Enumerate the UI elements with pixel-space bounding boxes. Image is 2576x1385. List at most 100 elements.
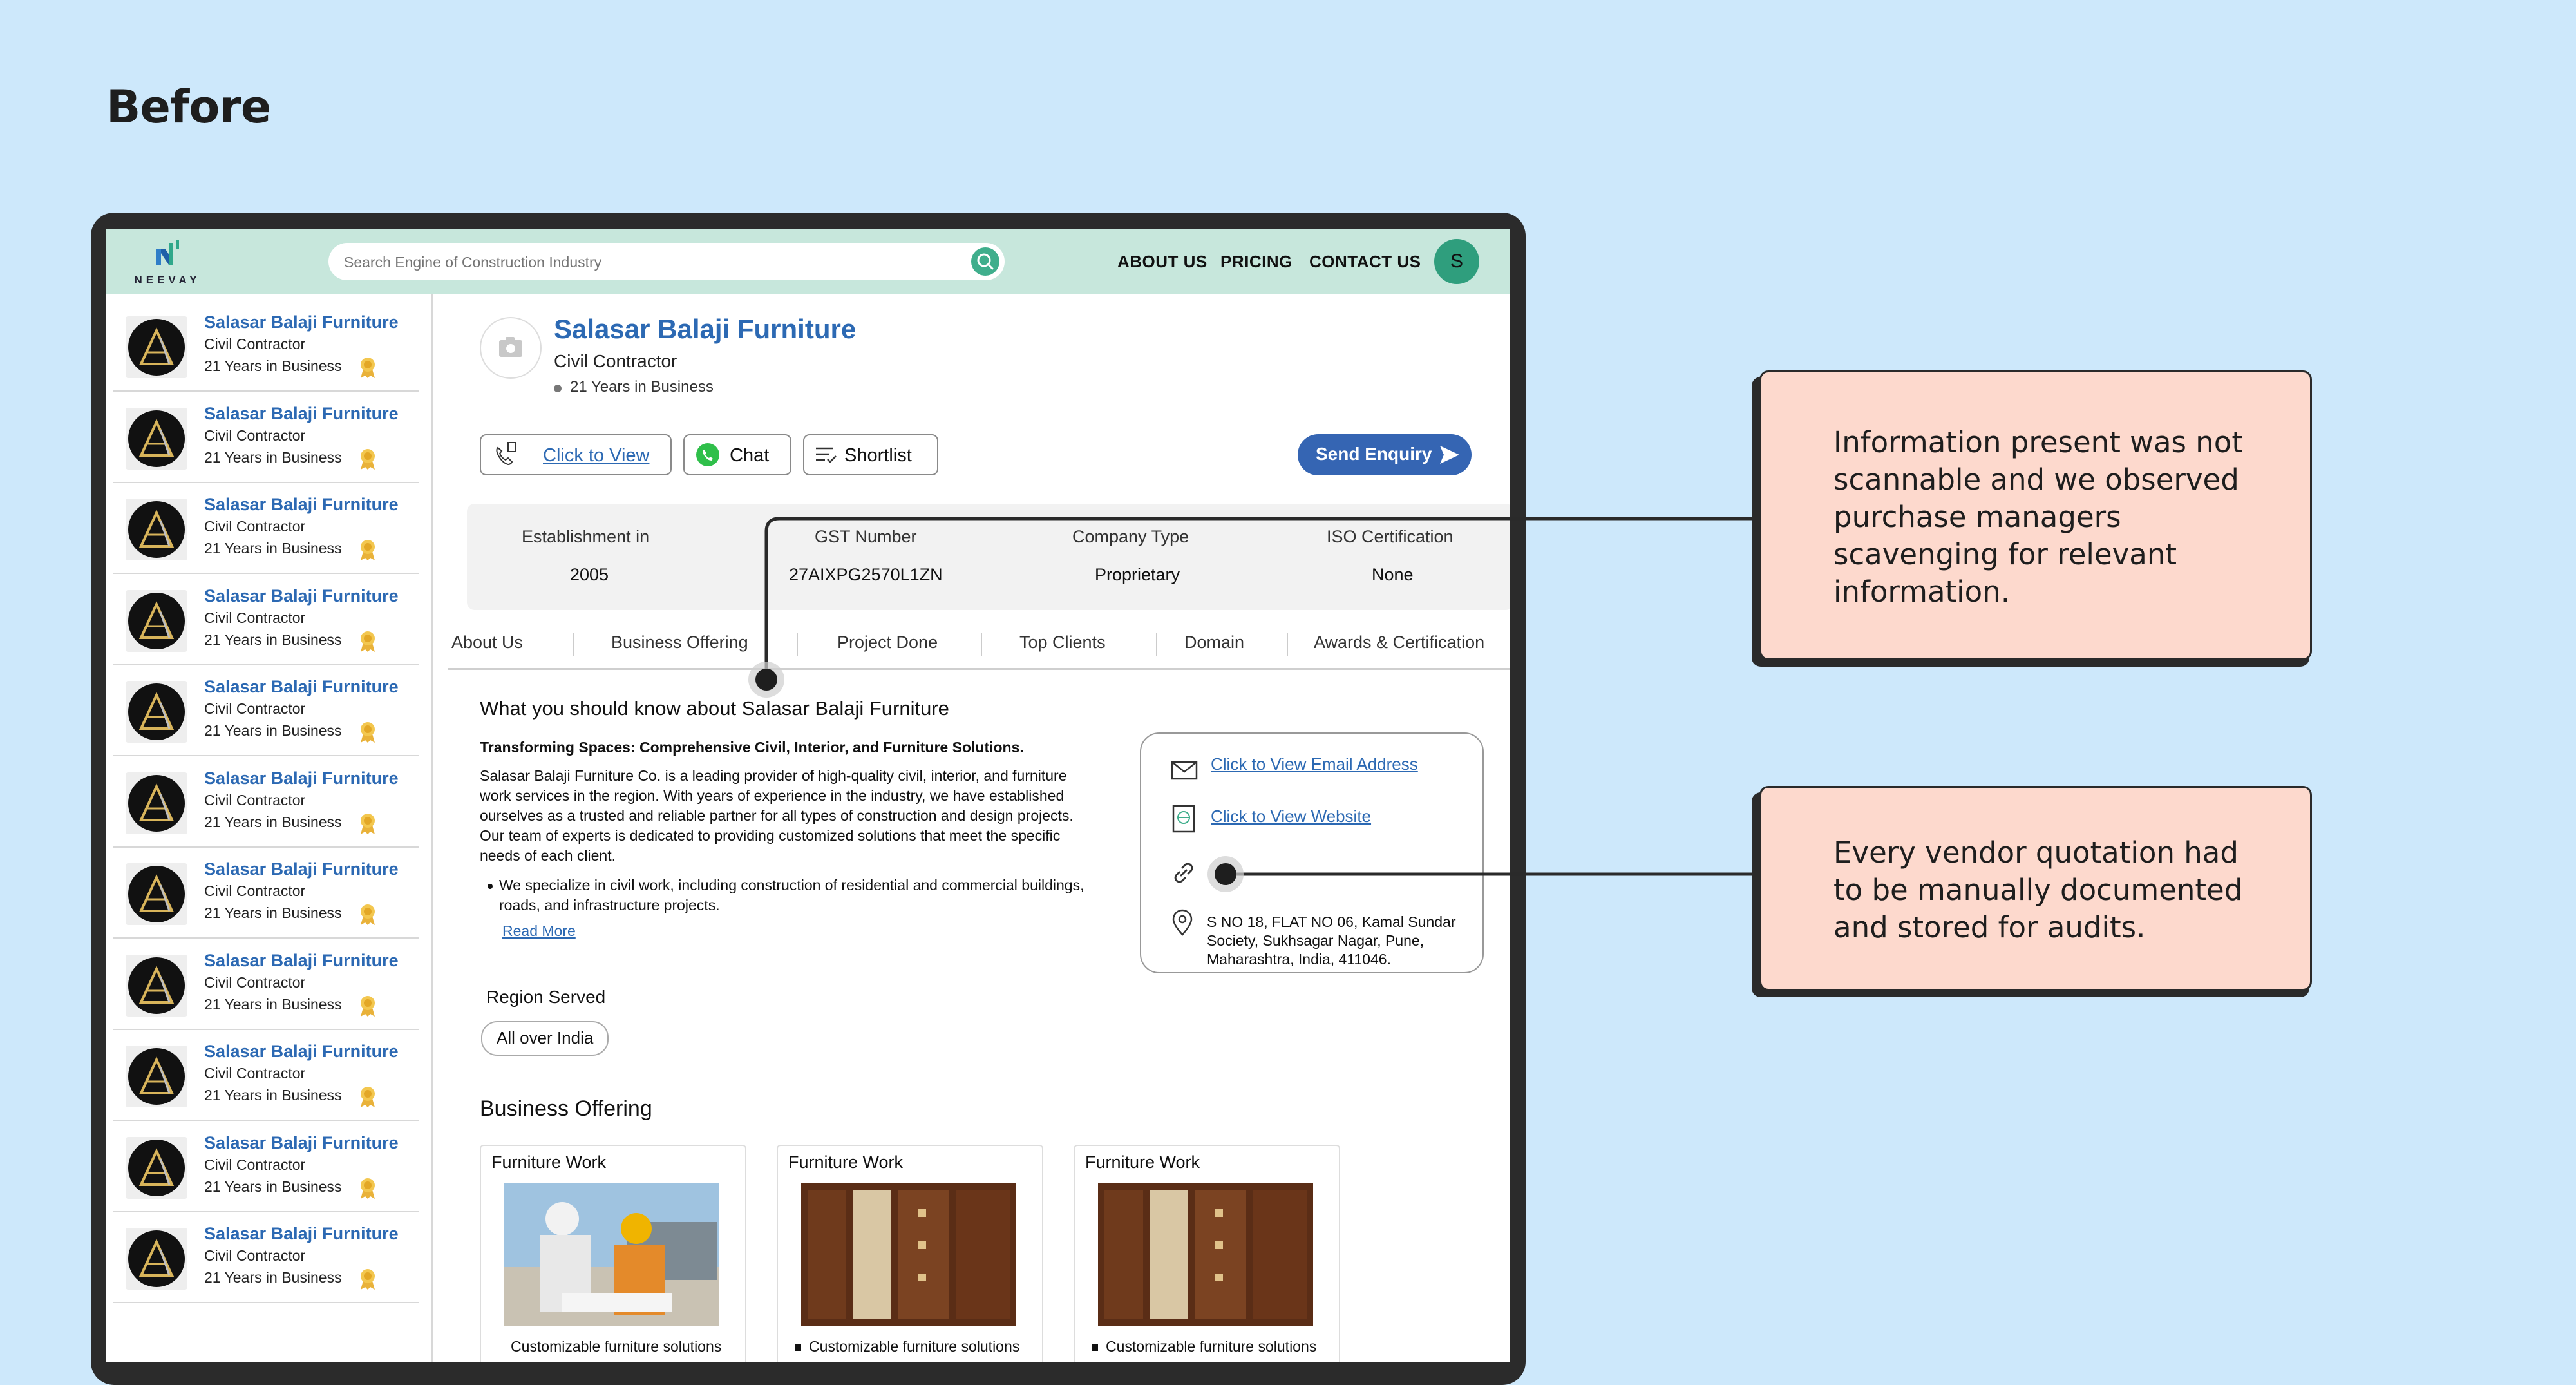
user-avatar[interactable]: S (1434, 239, 1479, 284)
page-heading: Before (106, 81, 271, 133)
tab-top-clients[interactable]: Top Clients (1019, 633, 1106, 653)
top-bar: NEEVAY ABOUT US PRICING CONTACT US S (106, 229, 1510, 294)
neevay-logo[interactable]: NEEVAY (132, 235, 203, 291)
vendor-logo-icon (138, 510, 175, 548)
camera-icon (499, 337, 522, 357)
send-enquiry-button[interactable]: Send Enquiry (1298, 434, 1472, 475)
sidebar-vendor-type: Civil Contractor (204, 883, 306, 899)
vendor-thumbnail (126, 954, 187, 1017)
tab-project-done[interactable]: Project Done (837, 633, 938, 653)
sidebar-vendor-item[interactable]: Salasar Balaji Furniture Civil Contractor… (113, 573, 419, 665)
fact-value: None (1372, 565, 1414, 584)
sidebar-vendor-name[interactable]: Salasar Balaji Furniture (204, 951, 399, 971)
sidebar-vendor-name[interactable]: Salasar Balaji Furniture (204, 586, 399, 606)
award-medal-icon (361, 631, 375, 652)
vendor-logo-icon (138, 874, 175, 912)
click-to-view-button[interactable]: Click to View (480, 434, 672, 475)
sidebar-vendor-name[interactable]: Salasar Balaji Furniture (204, 312, 399, 332)
sidebar-vendor-item[interactable]: Salasar Balaji Furniture Civil Contractor… (113, 938, 419, 1030)
callout-scannability: Information present was not scannable an… (1759, 370, 2312, 660)
sidebar-vendor-name[interactable]: Salasar Balaji Furniture (204, 859, 399, 879)
tab-divider (981, 633, 982, 656)
region-label: Region Served (486, 987, 606, 1007)
bullet-dot (795, 1344, 801, 1351)
profile-photo-placeholder[interactable] (480, 317, 542, 379)
award-medal-icon (361, 995, 375, 1017)
sidebar-vendor-years: 21 Years in Business (204, 1087, 342, 1103)
award-medal-icon (361, 358, 375, 378)
award-medal-icon (361, 448, 375, 470)
offering-card[interactable]: Furniture Work Customizable furniture so… (1074, 1145, 1340, 1362)
sidebar-vendor-item[interactable]: Salasar Balaji Furniture Civil Contractor… (113, 664, 419, 756)
award-medal-icon (361, 904, 375, 925)
sidebar-vendor-type: Civil Contractor (204, 1156, 306, 1173)
website-icon (1172, 805, 1195, 833)
search-icon (977, 253, 994, 270)
sidebar-vendor-item[interactable]: Salasar Balaji Furniture Civil Contractor… (113, 300, 419, 392)
vendor-thumbnail (126, 589, 187, 652)
sidebar-vendor-type: Civil Contractor (204, 791, 306, 808)
sidebar-vendor-item[interactable]: Salasar Balaji Furniture Civil Contractor… (113, 1211, 419, 1303)
sidebar-vendor-item[interactable]: Salasar Balaji Furniture Civil Contractor… (113, 846, 419, 939)
sidebar-vendor-item[interactable]: Salasar Balaji Furniture Civil Contractor… (113, 391, 419, 483)
sidebar-vendor-years: 21 Years in Business (204, 448, 342, 466)
email-link[interactable]: Click to View Email Address (1211, 754, 1418, 774)
tab-awards-certification[interactable]: Awards & Certification (1314, 633, 1484, 653)
vendor-logo-icon (138, 327, 175, 365)
sidebar-vendor-name[interactable]: Salasar Balaji Furniture (204, 495, 399, 515)
tab-business-offering[interactable]: Business Offering (611, 633, 748, 653)
vendor-thumbnail (126, 772, 187, 834)
link-icon[interactable] (1170, 859, 1198, 887)
sidebar-vendor-type: Civil Contractor (204, 1065, 306, 1082)
award-medal-icon (361, 540, 375, 560)
vendor-thumbnail (126, 499, 187, 560)
tab-divider (1156, 633, 1157, 656)
fact-label: Establishment in (522, 527, 650, 546)
region-pill: All over India (481, 1021, 609, 1056)
fact-value: 2005 (570, 565, 609, 584)
chat-label: Chat (730, 445, 770, 466)
fact-label: GST Number (815, 527, 917, 546)
nav-contact-us[interactable]: CONTACT US (1309, 252, 1421, 272)
vendor-years: 21 Years in Business (570, 378, 714, 396)
tab-about-us[interactable]: About Us (451, 633, 523, 653)
vendor-logo-icon (138, 783, 175, 821)
sidebar-vendor-item[interactable]: Salasar Balaji Furniture Civil Contractor… (113, 482, 419, 574)
offering-card-caption: Customizable furniture solutions (809, 1338, 1020, 1355)
website-link[interactable]: Click to View Website (1211, 807, 1371, 826)
offering-card-caption: Customizable furniture solutions (1106, 1338, 1317, 1355)
tab-divider (573, 633, 574, 656)
offering-card[interactable]: Furniture Work Customizable furniture so… (480, 1145, 746, 1362)
vendor-thumbnail (126, 1136, 187, 1199)
sidebar-vendor-item[interactable]: Salasar Balaji Furniture Civil Contractor… (113, 756, 419, 848)
sidebar-vendor-type: Civil Contractor (204, 518, 306, 535)
award-medal-icon (361, 1087, 375, 1107)
sidebar-vendor-name[interactable]: Salasar Balaji Furniture (204, 677, 399, 697)
sidebar-vendor-name[interactable]: Salasar Balaji Furniture (204, 1224, 399, 1244)
sidebar-vendor-years: 21 Years in Business (204, 358, 342, 374)
callout-text: Every vendor quotation had to be manuall… (1833, 836, 2243, 944)
click-to-view-label: Click to View (543, 445, 650, 466)
sidebar-vendor-name[interactable]: Salasar Balaji Furniture (204, 404, 399, 424)
sidebar-vendor-name[interactable]: Salasar Balaji Furniture (204, 1133, 399, 1153)
chat-button[interactable]: Chat (683, 434, 791, 475)
bullet-dot (1092, 1344, 1098, 1351)
tab-domain[interactable]: Domain (1184, 633, 1244, 653)
offering-card-title: Furniture Work (1085, 1152, 1200, 1172)
send-enquiry-label: Send Enquiry (1316, 444, 1432, 464)
shortlist-button[interactable]: Shortlist (803, 434, 938, 475)
nav-pricing[interactable]: PRICING (1220, 252, 1293, 272)
search-button[interactable] (971, 247, 999, 276)
sidebar-vendor-name[interactable]: Salasar Balaji Furniture (204, 1042, 399, 1062)
vendor-logo-icon (138, 418, 175, 457)
sidebar-vendor-item[interactable]: Salasar Balaji Furniture Civil Contractor… (113, 1120, 419, 1212)
offering-card[interactable]: Furniture Work Customizable furniture so… (777, 1145, 1043, 1362)
sidebar-vendor-type: Civil Contractor (204, 609, 306, 626)
sidebar-vendor-item[interactable]: Salasar Balaji Furniture Civil Contractor… (113, 1029, 419, 1121)
read-more-link[interactable]: Read More (502, 922, 576, 940)
vendor-thumbnail (126, 863, 187, 925)
sidebar-vendor-name[interactable]: Salasar Balaji Furniture (204, 769, 399, 788)
nav-about-us[interactable]: ABOUT US (1117, 252, 1208, 272)
search-input[interactable] (343, 243, 957, 282)
sidebar-vendor-years: 21 Years in Business (204, 631, 342, 648)
